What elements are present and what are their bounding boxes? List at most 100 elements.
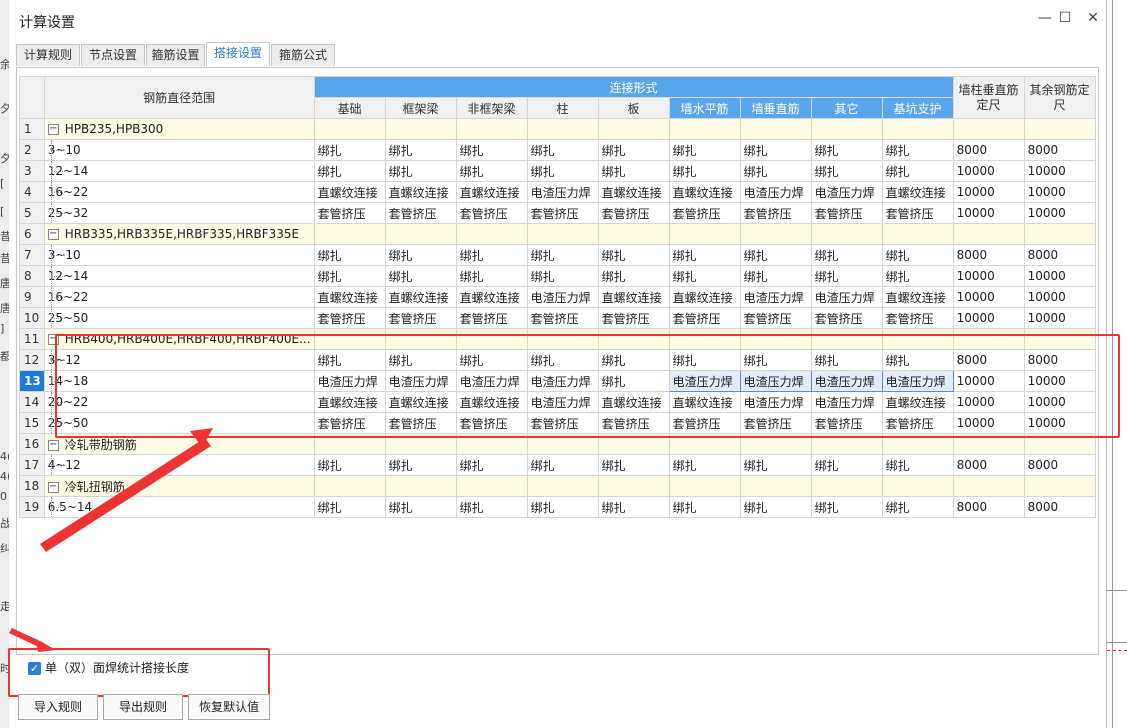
connection-cell[interactable]: 套管挤压 (526, 202, 599, 224)
row-number[interactable]: 2 (19, 139, 45, 161)
connection-cell[interactable]: 绑扎 (455, 139, 528, 161)
connection-cell[interactable]: 绑扎 (881, 454, 954, 476)
fixed-length-cell[interactable]: 8000 (952, 139, 1025, 161)
connection-cell[interactable]: 绑扎 (739, 160, 812, 182)
import-rules-button[interactable]: 导入规则 (18, 694, 98, 720)
row-number[interactable]: 8 (19, 265, 45, 287)
fixed-length-cell[interactable]: 10000 (1023, 160, 1096, 182)
row-number[interactable]: 3 (19, 160, 45, 182)
connection-cell[interactable]: 绑扎 (526, 496, 599, 518)
connection-cell[interactable]: 套管挤压 (384, 307, 457, 329)
connection-cell[interactable]: 绑扎 (881, 496, 954, 518)
connection-cell[interactable]: 绑扎 (526, 454, 599, 476)
connection-cell[interactable]: 直螺纹连接 (455, 286, 528, 308)
connection-cell[interactable]: 直螺纹连接 (597, 286, 670, 308)
connection-cell[interactable]: 绑扎 (313, 160, 386, 182)
fixed-length-cell[interactable]: 10000 (1023, 202, 1096, 224)
fixed-length-cell[interactable]: 10000 (952, 181, 1025, 203)
check-icon[interactable]: ✓ (28, 662, 41, 675)
connection-cell[interactable]: 绑扎 (881, 244, 954, 266)
connection-cell[interactable]: 绑扎 (668, 454, 741, 476)
row-number[interactable]: 14 (19, 391, 45, 413)
tab-stirrup-settings[interactable]: 箍筋设置 (146, 44, 205, 66)
connection-cell[interactable]: 套管挤压 (810, 202, 883, 224)
connection-cell[interactable]: 绑扎 (881, 160, 954, 182)
connection-cell[interactable]: 绑扎 (739, 496, 812, 518)
row-number[interactable]: 1 (19, 118, 45, 140)
fixed-length-cell[interactable]: 8000 (952, 496, 1025, 518)
close-icon[interactable]: ✕ (1083, 10, 1103, 26)
connection-cell[interactable]: 绑扎 (455, 160, 528, 182)
connection-cell[interactable]: 绑扎 (668, 265, 741, 287)
tab-stirrup-formula[interactable]: 箍筋公式 (271, 44, 335, 66)
connection-cell[interactable]: 绑扎 (810, 160, 883, 182)
connection-cell[interactable]: 绑扎 (881, 139, 954, 161)
connection-cell[interactable]: 绑扎 (739, 139, 812, 161)
fixed-length-cell[interactable]: 8000 (952, 454, 1025, 476)
connection-cell[interactable]: 绑扎 (810, 139, 883, 161)
fixed-length-cell[interactable]: 8000 (1023, 139, 1096, 161)
connection-cell[interactable]: 直螺纹连接 (313, 286, 386, 308)
connection-cell[interactable]: 直螺纹连接 (384, 286, 457, 308)
fixed-length-cell[interactable]: 10000 (1023, 181, 1096, 203)
tab-calc-rules[interactable]: 计算规则 (16, 44, 80, 66)
connection-cell[interactable]: 套管挤压 (881, 202, 954, 224)
maximize-icon[interactable]: ☐ (1055, 10, 1075, 26)
connection-cell[interactable]: 绑扎 (668, 160, 741, 182)
connection-cell[interactable]: 电渣压力焊 (526, 181, 599, 203)
connection-cell[interactable]: 直螺纹连接 (881, 181, 954, 203)
connection-cell[interactable]: 绑扎 (881, 265, 954, 287)
connection-cell[interactable]: 绑扎 (597, 160, 670, 182)
connection-cell[interactable]: 绑扎 (668, 244, 741, 266)
connection-cell[interactable]: 直螺纹连接 (668, 181, 741, 203)
connection-cell[interactable]: 直螺纹连接 (881, 286, 954, 308)
connection-cell[interactable]: 绑扎 (455, 496, 528, 518)
connection-cell[interactable]: 套管挤压 (668, 307, 741, 329)
connection-cell[interactable]: 套管挤压 (668, 202, 741, 224)
connection-cell[interactable]: 绑扎 (739, 244, 812, 266)
connection-cell[interactable]: 绑扎 (810, 244, 883, 266)
connection-cell[interactable]: 电渣压力焊 (810, 181, 883, 203)
connection-cell[interactable]: 绑扎 (384, 454, 457, 476)
connection-cell[interactable]: 直螺纹连接 (668, 286, 741, 308)
connection-cell[interactable]: 套管挤压 (739, 307, 812, 329)
weld-lap-option[interactable]: ✓ 单（双）面焊统计搭接长度 (28, 659, 189, 675)
connection-cell[interactable]: 绑扎 (313, 139, 386, 161)
fixed-length-cell[interactable]: 8000 (1023, 244, 1096, 266)
row-number[interactable]: 18 (19, 475, 45, 497)
row-number[interactable]: 11 (19, 328, 45, 350)
fixed-length-cell[interactable]: 8000 (1023, 454, 1096, 476)
connection-cell[interactable]: 直螺纹连接 (455, 181, 528, 203)
connection-cell[interactable]: 直螺纹连接 (313, 181, 386, 203)
fixed-length-cell[interactable]: 10000 (952, 160, 1025, 182)
fixed-length-cell[interactable]: 10000 (952, 286, 1025, 308)
connection-cell[interactable]: 绑扎 (384, 496, 457, 518)
row-number[interactable]: 10 (19, 307, 45, 329)
fixed-length-cell[interactable]: 10000 (952, 202, 1025, 224)
row-number[interactable]: 16 (19, 433, 45, 455)
connection-cell[interactable]: 绑扎 (739, 265, 812, 287)
connection-cell[interactable]: 绑扎 (384, 265, 457, 287)
connection-cell[interactable]: 电渣压力焊 (526, 286, 599, 308)
collapse-icon[interactable]: − (47, 124, 59, 135)
connection-cell[interactable]: 绑扎 (384, 160, 457, 182)
connection-cell[interactable]: 绑扎 (526, 160, 599, 182)
row-number[interactable]: 19 (19, 496, 45, 518)
connection-cell[interactable]: 直螺纹连接 (597, 181, 670, 203)
connection-cell[interactable]: 绑扎 (313, 244, 386, 266)
connection-cell[interactable]: 套管挤压 (597, 307, 670, 329)
row-number[interactable]: 7 (19, 244, 45, 266)
connection-cell[interactable]: 绑扎 (384, 139, 457, 161)
row-number[interactable]: 13 (19, 370, 45, 392)
connection-cell[interactable]: 绑扎 (597, 265, 670, 287)
connection-cell[interactable]: 绑扎 (597, 496, 670, 518)
tab-lap-settings[interactable]: 搭接设置 (206, 42, 270, 66)
row-number[interactable]: 9 (19, 286, 45, 308)
connection-cell[interactable]: 电渣压力焊 (739, 181, 812, 203)
connection-cell[interactable]: 套管挤压 (313, 307, 386, 329)
row-number[interactable]: 5 (19, 202, 45, 224)
minimize-icon[interactable]: — (1035, 10, 1055, 26)
connection-cell[interactable]: 绑扎 (455, 265, 528, 287)
connection-cell[interactable]: 套管挤压 (597, 202, 670, 224)
connection-cell[interactable]: 绑扎 (597, 244, 670, 266)
